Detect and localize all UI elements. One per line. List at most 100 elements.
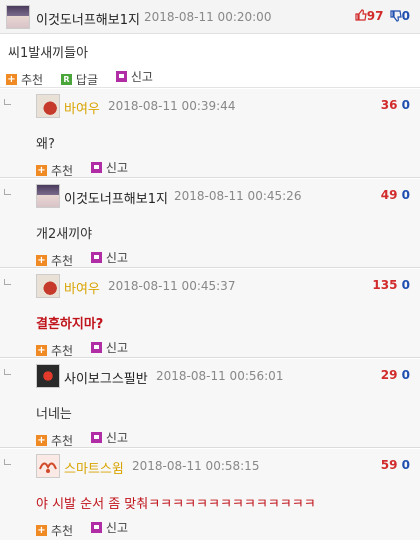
root-comment: 이것도너프해보1지 2018-08-11 00:20:00 97 0 씨1발새끼… (0, 0, 420, 88)
reply-indent-marker (4, 459, 13, 468)
report-icon (90, 162, 102, 173)
upvote-count: 59 (380, 458, 398, 472)
comment-text: 야 시발 순서 좀 맞춰ㅋㅋㅋㅋㅋㅋㅋㅋㅋㅋㅋㅋㅋㅋ (36, 497, 316, 512)
user-avatar[interactable] (6, 5, 30, 29)
report-label: 신고 (105, 431, 129, 445)
reply-comment: 이것도너프해보1지 2018-08-11 00:45:26 49 0 개2새끼야… (0, 179, 420, 268)
report-icon (90, 342, 102, 353)
report-button[interactable]: 신고 (90, 519, 128, 536)
report-button[interactable]: 신고 (90, 159, 129, 176)
reply-comment: 바여우 2018-08-11 00:39:44 36 0 왜? + 추천 신고 (0, 89, 420, 178)
reply-header: 이것도너프해보1지 2018-08-11 00:45:26 49 0 (0, 179, 420, 213)
report-icon (90, 522, 102, 533)
report-button[interactable]: 신고 (90, 249, 128, 266)
comment-actions: + 추천 신고 (36, 159, 142, 178)
reply-header: 바여우 2018-08-11 00:45:37 135 0 (0, 269, 420, 303)
upvote-count: 36 (380, 98, 398, 112)
reply-indent-marker (4, 99, 13, 108)
author-name[interactable]: 스마트스윔 (64, 458, 124, 477)
comment-date: 2018-08-11 00:39:44 (108, 99, 236, 113)
report-button[interactable]: 신고 (90, 339, 129, 356)
user-avatar[interactable] (36, 364, 60, 388)
reply-header: 스마트스윔 2018-08-11 00:58:15 59 0 (0, 449, 420, 483)
author-name[interactable]: 바여우 (64, 278, 100, 297)
recommend-label: 추천 (51, 524, 74, 538)
report-icon (90, 252, 102, 263)
vote-score: 36 0 (381, 98, 410, 112)
user-avatar[interactable] (36, 94, 60, 118)
reply-comment: 사이보그스필반 2018-08-11 00:56:01 29 0 너네는 + 추천… (0, 359, 420, 448)
report-label: 신고 (130, 70, 153, 84)
recommend-button[interactable]: + 추천 (6, 71, 43, 88)
vote-score: 135 0 (372, 278, 410, 292)
comment-text: 개2새끼야 (36, 227, 93, 242)
upvote-count: 29 (380, 368, 398, 382)
recommend-label: 추천 (51, 344, 74, 358)
user-avatar[interactable] (36, 184, 60, 208)
downvote-count: 0 (401, 9, 410, 23)
reply-comment: 바여우 2018-08-11 00:45:37 135 0 결혼하지마? + 추천… (0, 269, 420, 358)
comment-actions: + 추천 신고 (36, 339, 142, 358)
reply-button[interactable]: R 답글 (60, 71, 99, 88)
author-name[interactable]: 바여우 (64, 98, 100, 117)
vote-score: 59 0 (381, 458, 410, 472)
user-avatar[interactable] (36, 274, 60, 298)
recommend-label: 추천 (21, 73, 44, 87)
recommend-button[interactable]: + 추천 (36, 522, 73, 539)
plus-icon: + (36, 435, 47, 446)
report-label: 신고 (105, 341, 129, 355)
plus-icon: + (6, 74, 17, 85)
reply-indent-marker (4, 369, 13, 378)
thumbs-up-icon[interactable] (355, 9, 367, 21)
thumbs-down-icon[interactable] (390, 10, 402, 22)
reply-header: 바여우 2018-08-11 00:39:44 36 0 (0, 89, 420, 123)
recommend-label: 추천 (51, 434, 74, 448)
reply-comment: 스마트스윔 2018-08-11 00:58:15 59 0 야 시발 순서 좀… (0, 449, 420, 540)
reply-icon: R (60, 74, 72, 85)
comment-actions: + 추천 신고 (36, 249, 142, 268)
plus-icon: + (36, 255, 47, 266)
upvote-count: 49 (380, 188, 398, 202)
recommend-button[interactable]: + 추천 (36, 342, 73, 359)
plus-icon: + (36, 345, 47, 356)
downvote-count: 0 (401, 458, 410, 472)
comment-text: 결혼하지마? (36, 317, 104, 332)
reply-indent-marker (4, 189, 13, 198)
plus-icon: + (36, 165, 47, 176)
vote-score: 49 0 (381, 188, 410, 202)
report-button[interactable]: 신고 (90, 429, 129, 446)
comment-date: 2018-08-11 00:45:26 (174, 189, 302, 203)
recommend-button[interactable]: + 추천 (36, 162, 73, 179)
author-name[interactable]: 이것도너프해보1지 (36, 9, 140, 28)
smart-swim-avatar-icon (39, 462, 57, 473)
comment-date: 2018-08-11 00:20:00 (144, 10, 272, 24)
comment-actions: + 추천 신고 (36, 429, 142, 448)
comment-date: 2018-08-11 00:45:37 (108, 279, 236, 293)
vote-score: 29 0 (381, 368, 410, 382)
recommend-button[interactable]: + 추천 (36, 252, 73, 269)
recommend-button[interactable]: + 추천 (36, 432, 73, 449)
comment-date: 2018-08-11 00:58:15 (132, 459, 260, 473)
vote-score: 97 0 (355, 9, 410, 23)
plus-icon: + (36, 525, 47, 536)
comment-text: 왜? (36, 137, 55, 152)
report-icon (115, 71, 127, 82)
author-name[interactable]: 사이보그스필반 (64, 368, 148, 387)
user-avatar[interactable] (36, 454, 60, 478)
recommend-label: 추천 (51, 254, 74, 268)
root-comment-header: 이것도너프해보1지 2018-08-11 00:20:00 97 0 (0, 0, 420, 34)
author-name[interactable]: 이것도너프해보1지 (64, 188, 168, 207)
report-label: 신고 (105, 161, 129, 175)
recommend-label: 추천 (51, 164, 74, 178)
reply-header: 사이보그스필반 2018-08-11 00:56:01 29 0 (0, 359, 420, 393)
downvote-count: 0 (401, 368, 410, 382)
upvote-count: 135 (372, 278, 398, 292)
downvote-count: 0 (401, 188, 410, 202)
reply-indent-marker (4, 279, 13, 288)
downvote-count: 0 (401, 278, 410, 292)
comment-actions: + 추천 신고 (36, 519, 142, 538)
comment-text: 씨1발새끼들아 (8, 46, 89, 61)
reply-label: 답글 (75, 73, 99, 87)
report-button[interactable]: 신고 (115, 68, 153, 85)
downvote-count: 0 (401, 98, 410, 112)
